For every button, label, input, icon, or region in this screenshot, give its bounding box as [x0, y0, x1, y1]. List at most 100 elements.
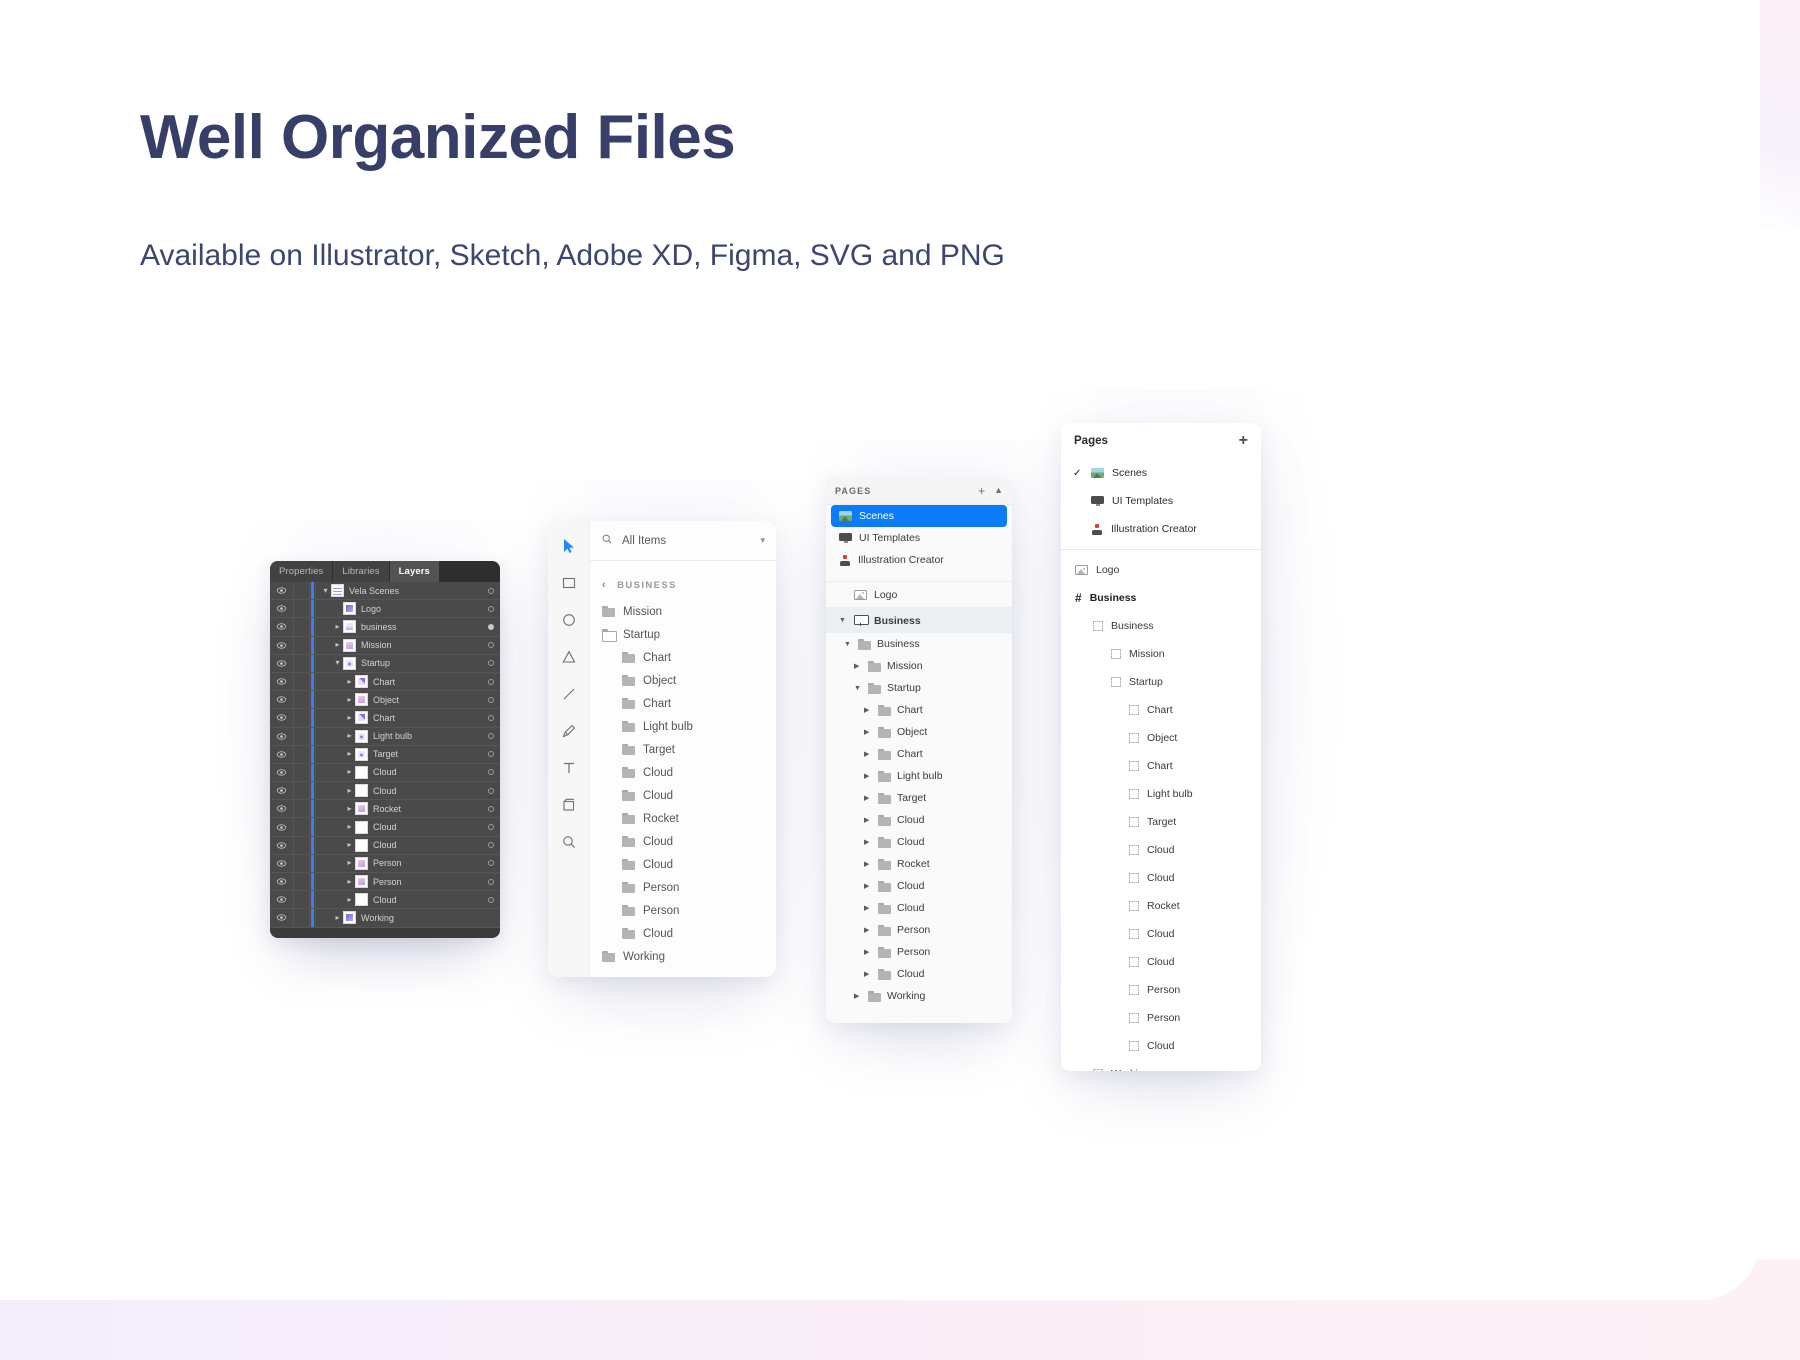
illustrator-tab-properties[interactable]: Properties [270, 561, 334, 582]
xd-layer-row[interactable]: ▶ Light bulb [826, 765, 1012, 787]
disclosure-triangle-icon[interactable]: ▸ [344, 895, 355, 904]
illustrator-layer-row[interactable]: ▸ Target [270, 745, 500, 764]
figma-layer-row[interactable]: Chart [1061, 696, 1261, 724]
lock-cell[interactable] [294, 854, 310, 872]
lock-cell[interactable] [294, 800, 310, 818]
text-icon[interactable] [560, 759, 578, 777]
figma-layer-row[interactable]: Cloud [1061, 864, 1261, 892]
sketch-list-item[interactable]: Working [590, 945, 776, 968]
target-dot-icon[interactable] [488, 878, 494, 885]
disclosure-triangle-icon[interactable]: ▸ [344, 823, 355, 831]
figma-layer-row[interactable]: Cloud [1061, 836, 1261, 864]
visibility-eye-icon[interactable] [270, 800, 294, 818]
sketch-list-item[interactable]: Cloud [590, 761, 776, 784]
disclosure-triangle-icon[interactable]: ▶ [854, 663, 862, 670]
figma-layer-row[interactable]: Cloud [1061, 948, 1261, 976]
sketch-list-item[interactable]: Light bulb [590, 715, 776, 738]
xd-layer-row[interactable]: ▶ Cloud [826, 897, 1012, 919]
illustrator-layer-row[interactable]: ▸ Chart [270, 709, 500, 728]
sketch-group-header[interactable]: ‹ BUSINESS [590, 573, 776, 600]
disclosure-triangle-icon[interactable]: ▸ [344, 713, 355, 722]
xd-layer-row[interactable]: ▶ Person [826, 941, 1012, 963]
disclosure-triangle-icon[interactable]: ▾ [320, 586, 331, 595]
illustrator-layer-row[interactable]: ▸ Working [270, 909, 500, 928]
chevron-left-icon[interactable]: ‹ [602, 579, 607, 591]
xd-page-item[interactable]: Illustration Creator [826, 549, 1012, 571]
figma-layer-row[interactable]: Startup [1061, 668, 1261, 696]
xd-section-item[interactable]: ▼ Business [826, 607, 1012, 633]
disclosure-triangle-icon[interactable]: ▶ [864, 905, 872, 912]
xd-layer-row[interactable]: ▶ Cloud [826, 963, 1012, 985]
target-dot-icon[interactable] [488, 623, 494, 630]
disclosure-triangle-icon[interactable]: ▶ [864, 971, 872, 978]
xd-layer-row[interactable]: ▶ Person [826, 919, 1012, 941]
sketch-list-item[interactable]: Chart [590, 646, 776, 669]
lock-cell[interactable] [294, 745, 310, 763]
visibility-eye-icon[interactable] [270, 654, 294, 672]
illustrator-layer-row[interactable]: Logo [270, 600, 500, 619]
disclosure-triangle-icon[interactable]: ▸ [344, 877, 355, 886]
illustrator-layer-row[interactable]: ▸ Rocket [270, 800, 500, 819]
visibility-eye-icon[interactable] [270, 745, 294, 763]
disclosure-triangle-icon[interactable]: ▸ [344, 786, 355, 795]
illustrator-layer-row[interactable]: ▸ Cloud [270, 782, 500, 801]
visibility-eye-icon[interactable] [270, 582, 294, 600]
figma-layer-row[interactable]: Mission [1061, 640, 1261, 668]
lock-cell[interactable] [294, 672, 310, 691]
disclosure-triangle-icon[interactable]: ▸ [344, 750, 355, 758]
lock-cell[interactable] [294, 727, 310, 745]
disclosure-triangle-icon[interactable]: ▾ [332, 659, 343, 667]
plus-icon[interactable]: + [978, 485, 985, 497]
sketch-list-item[interactable]: Startup [590, 623, 776, 646]
illustrator-layer-row[interactable]: ▸ Object [270, 691, 500, 710]
lock-cell[interactable] [294, 582, 310, 600]
visibility-eye-icon[interactable] [270, 691, 294, 709]
target-dot-icon[interactable] [488, 805, 494, 812]
illustrator-layer-row[interactable]: ▾ Startup [270, 654, 500, 673]
visibility-eye-icon[interactable] [270, 818, 294, 836]
visibility-eye-icon[interactable] [270, 763, 294, 782]
sketch-list-item[interactable]: Rocket [590, 807, 776, 830]
illustrator-layer-row[interactable]: ▾ Vela Scenes [270, 582, 500, 601]
ellipse-icon[interactable] [560, 611, 578, 629]
illustrator-layer-row[interactable]: ▸ Cloud [270, 891, 500, 910]
line-icon[interactable] [560, 685, 578, 703]
plus-icon[interactable]: + [1239, 433, 1248, 449]
visibility-eye-icon[interactable] [270, 891, 294, 909]
sketch-list-item[interactable]: Mission [590, 600, 776, 623]
target-dot-icon[interactable] [488, 714, 494, 721]
visibility-eye-icon[interactable] [270, 636, 294, 654]
sketch-list-item[interactable]: Cloud [590, 922, 776, 945]
figma-layer-row[interactable]: Working [1061, 1060, 1261, 1071]
sketch-search-bar[interactable]: All Items ▾ [590, 521, 776, 561]
target-dot-icon[interactable] [488, 605, 494, 612]
xd-page-item[interactable]: UI Templates [826, 527, 1012, 549]
figma-layer-row[interactable]: Person [1061, 976, 1261, 1004]
visibility-eye-icon[interactable] [270, 618, 294, 636]
disclosure-triangle-icon[interactable]: ▸ [344, 841, 355, 849]
disclosure-triangle-icon[interactable]: ▸ [344, 859, 355, 867]
sketch-list-item[interactable]: Target [590, 738, 776, 761]
figma-layer-row[interactable]: Person [1061, 1004, 1261, 1032]
figma-layer-row[interactable]: Business [1061, 612, 1261, 640]
xd-page-item[interactable]: Scenes [831, 505, 1007, 527]
sketch-list-item[interactable]: Cloud [590, 784, 776, 807]
triangle-icon[interactable] [560, 648, 578, 666]
xd-layer-row[interactable]: ▶ Cloud [826, 831, 1012, 853]
disclosure-triangle-icon[interactable]: ▶ [854, 993, 862, 1000]
lock-cell[interactable] [294, 654, 310, 672]
disclosure-triangle-icon[interactable]: ▶ [864, 817, 872, 824]
sketch-list-item[interactable]: Cloud [590, 830, 776, 853]
target-dot-icon[interactable] [488, 696, 494, 703]
lock-cell[interactable] [294, 763, 310, 782]
lock-cell[interactable] [294, 618, 310, 636]
xd-layer-row[interactable]: ▶ Object [826, 721, 1012, 743]
illustrator-tab-layers[interactable]: Layers [389, 561, 440, 582]
disclosure-triangle-icon[interactable]: ▶ [864, 773, 872, 780]
visibility-eye-icon[interactable] [270, 782, 294, 800]
illustrator-layer-row[interactable]: ▸ Mission [270, 636, 500, 655]
sketch-list-item[interactable]: Cloud [590, 853, 776, 876]
disclosure-triangle-icon[interactable]: ▶ [864, 839, 872, 846]
chevron-up-icon[interactable]: ▲ [994, 486, 1003, 495]
illustrator-layer-row[interactable]: ▸ Person [270, 873, 500, 892]
